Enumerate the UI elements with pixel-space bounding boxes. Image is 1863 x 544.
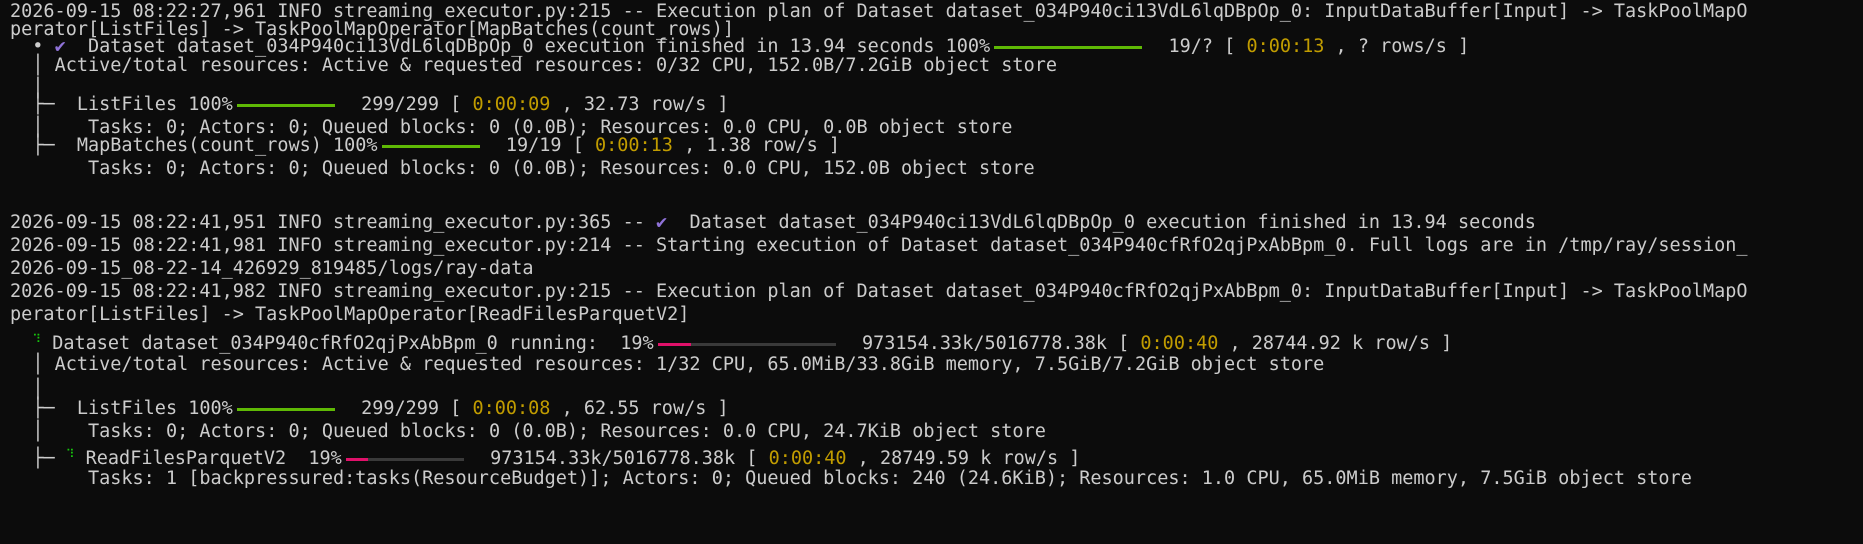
operator-label: MapBatches(count_rows) 100% (76, 135, 378, 156)
progress-count: 299/299 [ (361, 398, 462, 419)
pipe-icon: │ (32, 354, 44, 375)
log-line: 2026-09-15_08-22-14_426929_819485/logs/r… (10, 257, 533, 280)
resources-text: Active/total resources: Active & request… (54, 55, 1057, 76)
operator-progress-line: ├─ ⠹ ReadFilesParquetV2 19% 973154.33k/5… (10, 443, 1081, 469)
progress-bar (236, 407, 335, 411)
progress-rate: , 1.38 row/s ] (684, 135, 841, 156)
progress-rate: , 62.55 row/s ] (561, 398, 729, 419)
elapsed-time: 0:00:40 (1140, 333, 1219, 354)
progress-count: 973154.33k/5016778.38k [ (861, 333, 1130, 354)
spinner-icon: ⠹ (32, 332, 42, 346)
operator-stats-line: │ Tasks: 0; Actors: 0; Queued blocks: 0 … (10, 420, 1046, 443)
log-line: 2026-09-15 08:22:41,982 INFO streaming_e… (10, 280, 1748, 303)
progress-count: 299/299 [ (361, 94, 462, 115)
terminal-output: 2026-09-15 08:22:27,961 INFO streaming_e… (10, 0, 1863, 544)
elapsed-time: 0:00:40 (768, 448, 847, 469)
checkmark-icon: ✔ (656, 212, 668, 233)
progress-bar (657, 342, 836, 346)
operator-label: ListFiles 100% (76, 94, 233, 115)
progress-count: 973154.33k/5016778.38k [ (490, 448, 758, 469)
pipe-icon: │ (32, 421, 44, 442)
operator-label: ReadFilesParquetV2 19% (85, 448, 342, 469)
tree-branch-icon: ├─ (32, 135, 55, 156)
progress-count: 19/? (1168, 36, 1214, 57)
log-text: 2026-09-15 08:22:41,982 INFO streaming_e… (10, 281, 1748, 302)
elapsed-time: 0:00:09 (472, 94, 551, 115)
progress-rate: , 28744.92 k row/s ] (1229, 333, 1453, 354)
dataset-progress-line: ⠹ Dataset dataset_034P940cfRfO2qjPxAbBpm… (10, 328, 1453, 354)
pipe-icon: │ (32, 55, 44, 76)
log-text: Dataset dataset_034P940ci13VdL6lqDBpOp_0… (689, 212, 1536, 233)
progress-rate: , ? rows/s ] (1335, 36, 1470, 57)
operator-stats-line: Tasks: 1 [backpressured:tasks(ResourceBu… (10, 467, 1692, 490)
tree-branch-icon: ├─ (32, 448, 55, 469)
progress-bar (236, 103, 335, 107)
progress-rate: , 32.73 row/s ] (561, 94, 729, 115)
resources-text: Active/total resources: Active & request… (54, 354, 1325, 375)
resources-line: │ Active/total resources: Active & reque… (10, 353, 1324, 376)
elapsed-time: 0:00:13 (1246, 36, 1325, 57)
log-text: perator[ListFiles] -> TaskPoolMapOperato… (10, 304, 690, 325)
tree-branch-icon: ├─ (32, 398, 55, 419)
progress-count: 19/19 [ (505, 135, 584, 156)
progress-label: Dataset dataset_034P940cfRfO2qjPxAbBpm_0… (52, 333, 654, 354)
progress-fill (345, 457, 369, 461)
elapsed-time: 0:00:13 (594, 135, 673, 156)
progress-rate: , 28749.59 k row/s ] (857, 448, 1081, 469)
resources-line: │ Active/total resources: Active & reque… (10, 54, 1057, 77)
log-line: 2026-09-15 08:22:41,981 INFO streaming_e… (10, 234, 1748, 257)
progress-bar (381, 144, 480, 148)
operator-progress-line: ├─ ListFiles 100% 299/299 [ 0:00:08 , 62… (10, 397, 729, 420)
log-prefix: 2026-09-15 08:22:41,951 INFO streaming_e… (10, 212, 645, 233)
progress-bar (994, 45, 1143, 49)
operator-progress-line: ├─ MapBatches(count_rows) 100% 19/19 [ 0… (10, 134, 840, 157)
progress-fill (657, 342, 692, 346)
operator-stats: Tasks: 0; Actors: 0; Queued blocks: 0 (0… (87, 421, 1046, 442)
spinner-icon: ⠹ (65, 447, 75, 461)
elapsed-time: 0:00:08 (472, 398, 551, 419)
progress-bar (345, 457, 464, 461)
log-text: 2026-09-15 08:22:41,981 INFO streaming_e… (10, 235, 1748, 256)
operator-label: ListFiles 100% (76, 398, 233, 419)
tree-branch-icon: ├─ (32, 94, 55, 115)
log-line: 2026-09-15 08:22:41,951 INFO streaming_e… (10, 211, 1536, 234)
operator-stats-line: Tasks: 0; Actors: 0; Queued blocks: 0 (0… (10, 157, 1035, 180)
log-text: 2026-09-15_08-22-14_426929_819485/logs/r… (10, 258, 534, 279)
operator-stats: Tasks: 0; Actors: 0; Queued blocks: 0 (0… (87, 158, 1035, 179)
operator-progress-line: ├─ ListFiles 100% 299/299 [ 0:00:09 , 32… (10, 93, 729, 116)
log-line: perator[ListFiles] -> TaskPoolMapOperato… (10, 303, 689, 326)
operator-stats: Tasks: 1 [backpressured:tasks(ResourceBu… (87, 468, 1692, 489)
